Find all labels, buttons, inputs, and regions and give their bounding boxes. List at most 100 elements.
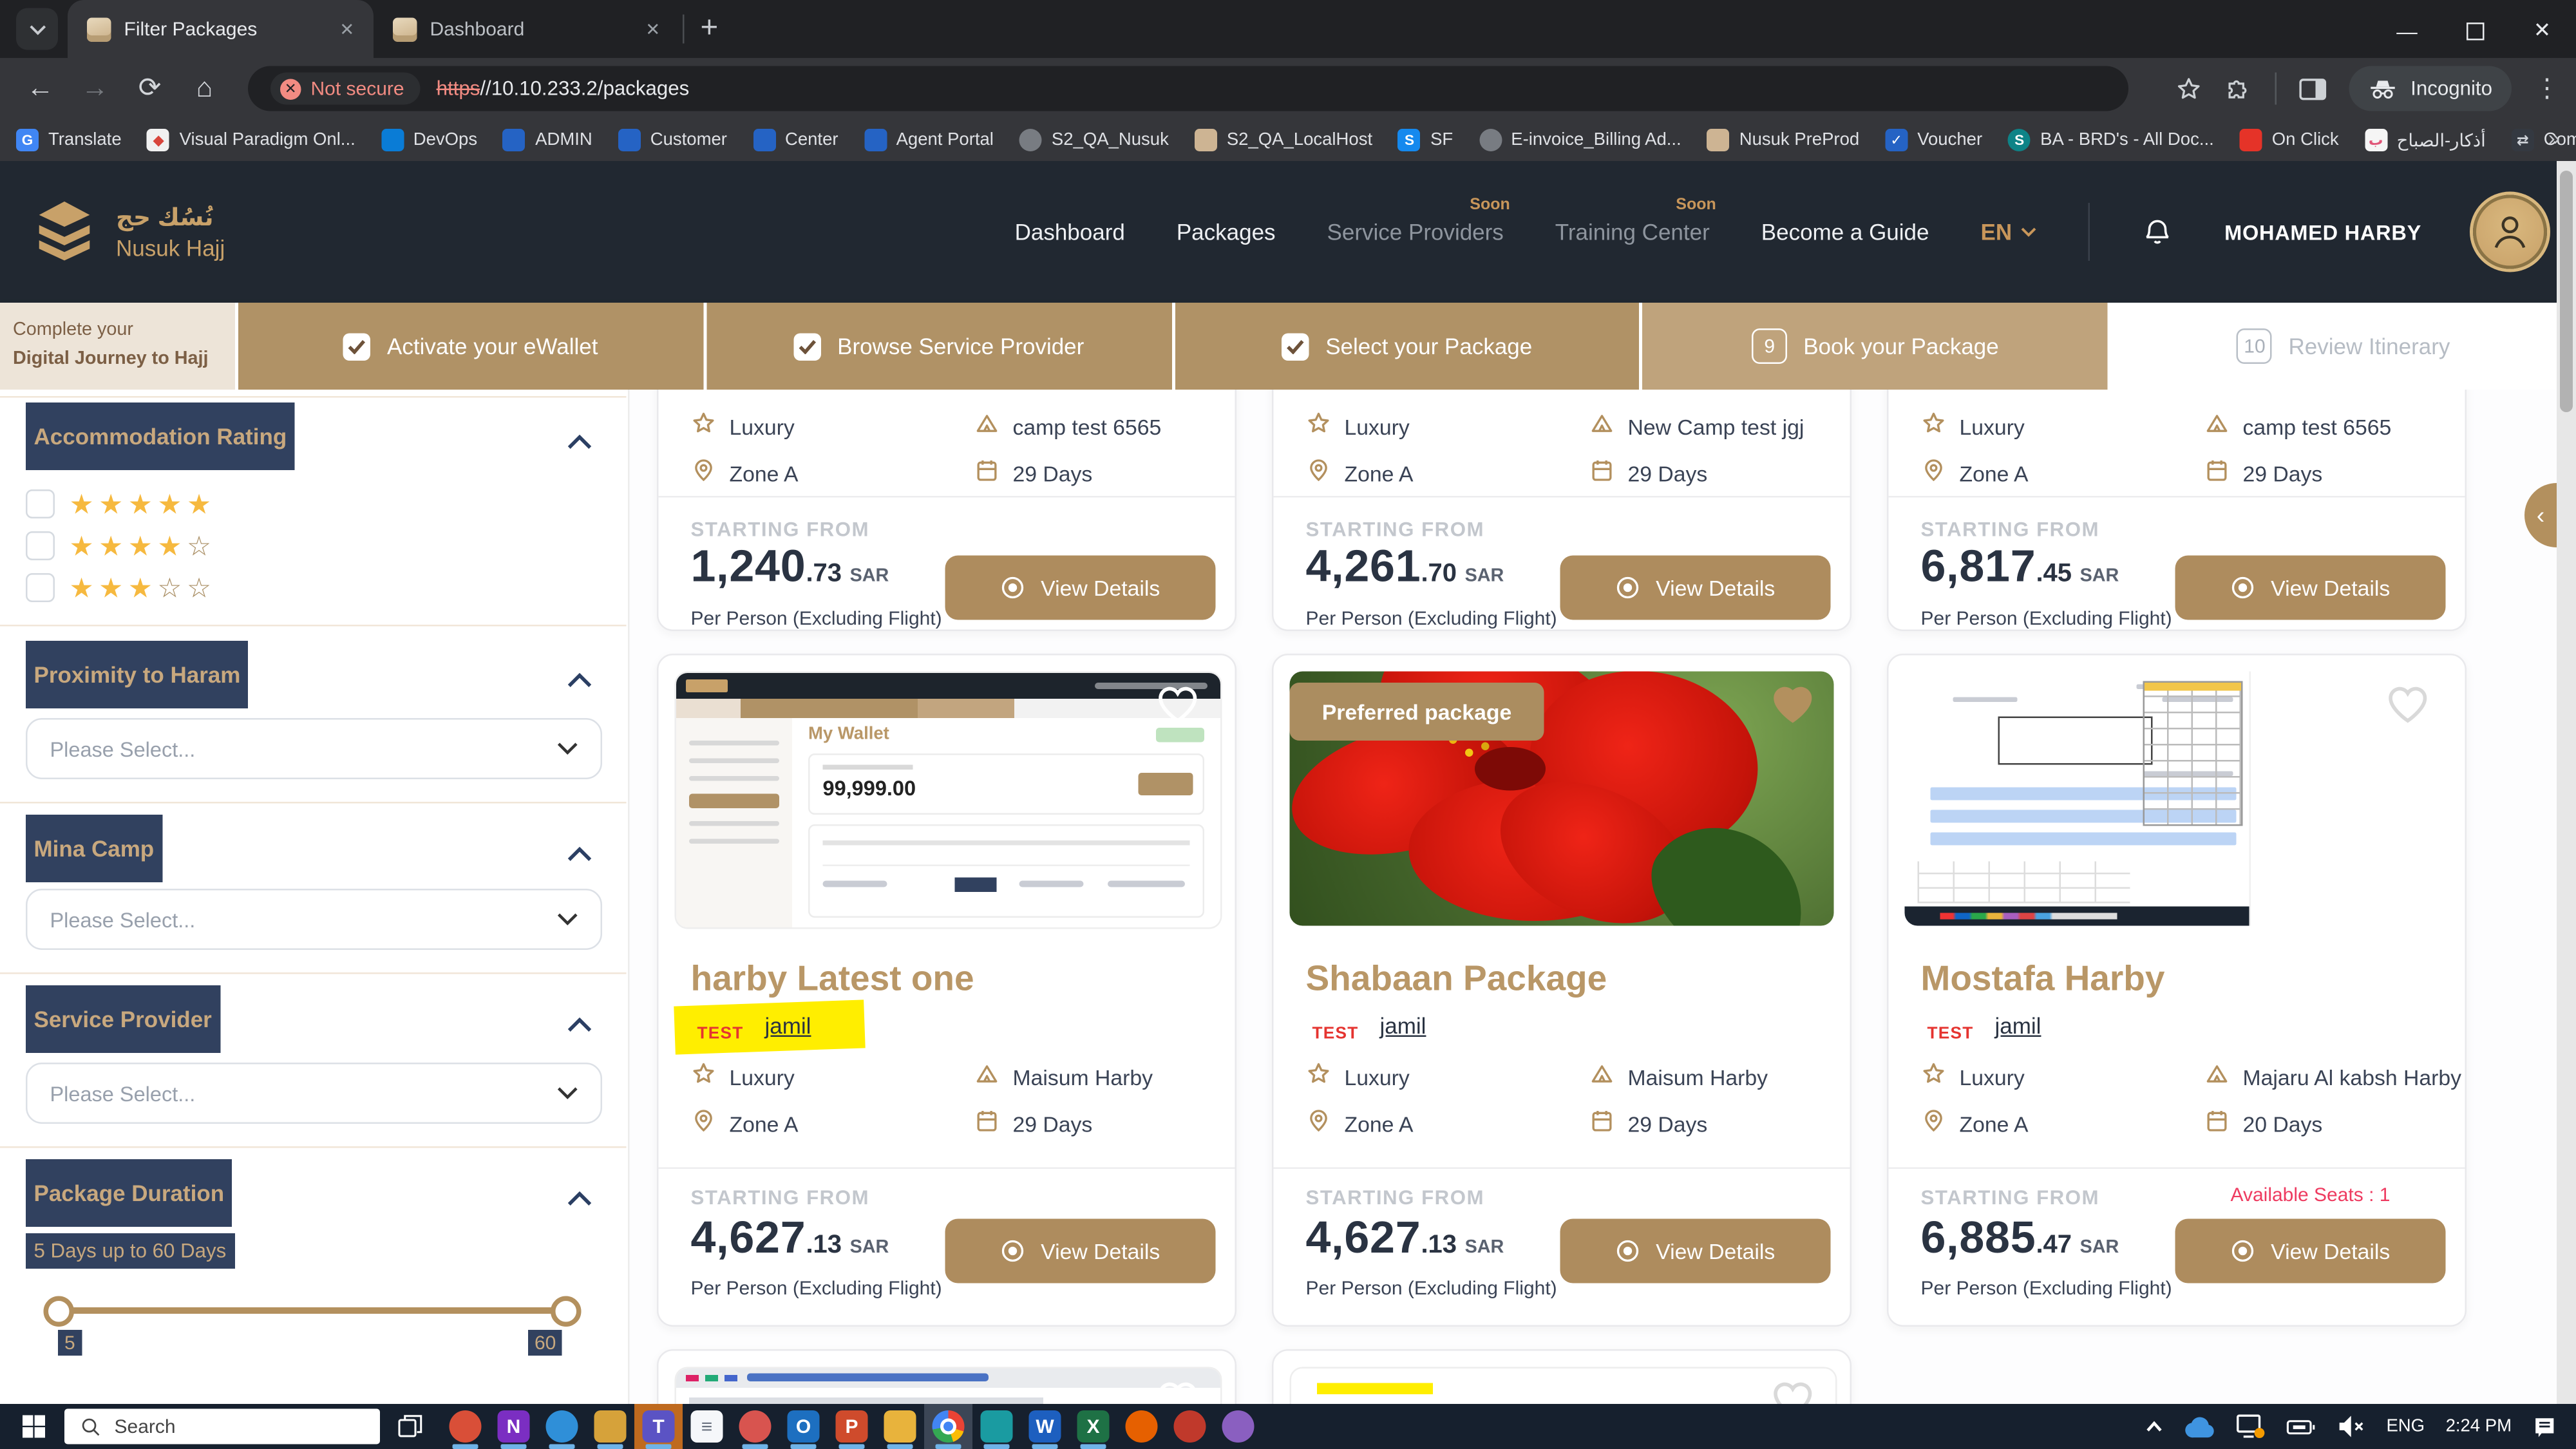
collapse-chevron-icon[interactable] bbox=[567, 1011, 592, 1040]
reload-button[interactable]: ⟳ bbox=[126, 64, 174, 113]
bookmark-14[interactable]: On Click bbox=[2240, 129, 2339, 151]
forward-button[interactable]: → bbox=[71, 64, 119, 113]
package-card-partial-bottom[interactable] bbox=[1272, 1349, 1852, 1404]
language-selector[interactable]: EN bbox=[1981, 219, 2036, 245]
window-close-button[interactable]: ✕ bbox=[2508, 3, 2576, 58]
collapse-chevron-icon[interactable] bbox=[567, 428, 592, 457]
start-button[interactable] bbox=[13, 1416, 55, 1438]
bookmarks-overflow-icon[interactable]: » bbox=[2548, 126, 2560, 150]
bookmark-11[interactable]: Nusuk PreProd bbox=[1707, 129, 1859, 151]
duration-range-slider[interactable] bbox=[0, 1294, 628, 1327]
taskbar-app-teams[interactable]: T bbox=[634, 1404, 683, 1449]
provider-link[interactable]: jamil bbox=[1380, 1013, 1426, 1039]
bookmark-4[interactable]: Customer bbox=[618, 129, 727, 151]
taskbar-app-notepad[interactable]: ≡ bbox=[683, 1404, 731, 1449]
proximity-select[interactable]: Please Select... bbox=[26, 718, 602, 779]
taskbar-app-colorful-app[interactable] bbox=[586, 1404, 634, 1449]
rating-option-5-stars[interactable]: ★★★★★ bbox=[26, 486, 211, 522]
scrollbar-thumb[interactable] bbox=[2560, 171, 2573, 412]
view-details-button[interactable]: View Details bbox=[1560, 1219, 1831, 1283]
bookmark-10[interactable]: E-invoice_Billing Ad... bbox=[1479, 129, 1681, 151]
new-tab-button[interactable]: + bbox=[701, 12, 719, 47]
rating-checkbox[interactable] bbox=[26, 531, 55, 560]
favorite-heart-icon[interactable] bbox=[1156, 685, 1200, 733]
favorite-heart-icon[interactable] bbox=[1156, 1380, 1200, 1405]
extensions-icon[interactable] bbox=[2226, 75, 2253, 102]
bookmark-1[interactable]: ◆Visual Paradigm Onl... bbox=[147, 129, 355, 151]
home-button[interactable]: ⌂ bbox=[180, 64, 229, 113]
taskbar-app-browser-app[interactable] bbox=[538, 1404, 586, 1449]
view-details-button[interactable]: View Details bbox=[2175, 1219, 2446, 1283]
nav-packages[interactable]: Packages bbox=[1177, 219, 1276, 245]
battery-icon[interactable] bbox=[2286, 1417, 2317, 1435]
bookmark-2[interactable]: DevOps bbox=[381, 129, 477, 151]
taskbar-app-red-app[interactable] bbox=[1166, 1404, 1214, 1449]
rating-option-3-stars[interactable]: ★★★☆☆ bbox=[26, 570, 211, 605]
security-badge[interactable]: ✕ Not secure bbox=[270, 73, 421, 105]
taskbar-app-word[interactable]: W bbox=[1021, 1404, 1069, 1449]
bookmark-16[interactable]: ⇄Compare text onlin... bbox=[2512, 129, 2576, 151]
clock[interactable]: 2:24 PM bbox=[2446, 1417, 2512, 1436]
bookmark-6[interactable]: Agent Portal bbox=[864, 129, 994, 151]
nav-dashboard[interactable]: Dashboard bbox=[1015, 219, 1125, 245]
slider-handle-min[interactable] bbox=[44, 1296, 75, 1327]
keyboard-language[interactable]: ENG bbox=[2386, 1417, 2425, 1436]
window-minimize-button[interactable]: — bbox=[2373, 3, 2441, 58]
provider-link[interactable]: jamil bbox=[1995, 1013, 2041, 1039]
bookmark-star-icon[interactable] bbox=[2175, 75, 2203, 102]
volume-muted-icon[interactable] bbox=[2338, 1416, 2365, 1438]
collapse-chevron-icon[interactable] bbox=[567, 667, 592, 696]
collapse-panel-tab[interactable]: ‹ bbox=[2524, 483, 2557, 547]
package-card-shabaan-package[interactable]: Preferred package Shabaan PackageTESTjam… bbox=[1272, 654, 1852, 1327]
slider-handle-max[interactable] bbox=[551, 1296, 582, 1327]
package-card-partial[interactable]: LuxuryNew Camp test jgjZone A29 DaysSTAR… bbox=[1272, 390, 1852, 631]
provider-link[interactable]: jamil bbox=[765, 1013, 811, 1039]
back-button[interactable]: ← bbox=[16, 64, 64, 113]
action-center-icon[interactable] bbox=[2533, 1414, 2557, 1439]
package-card-partial-bottom[interactable] bbox=[657, 1349, 1236, 1404]
rating-checkbox[interactable] bbox=[26, 573, 55, 602]
package-card-partial[interactable]: Luxurycamp test 6565Zone A29 DaysSTARTIN… bbox=[657, 390, 1236, 631]
taskbar-app-palette-app[interactable] bbox=[1214, 1404, 1262, 1449]
tab-filter-packages[interactable]: Filter Packages ✕ bbox=[68, 0, 374, 58]
service-provider-select[interactable]: Please Select... bbox=[26, 1063, 602, 1124]
onedrive-icon[interactable] bbox=[2185, 1416, 2216, 1437]
tab-close-icon[interactable]: ✕ bbox=[639, 15, 667, 43]
address-bar[interactable]: ✕ Not secure https//10.10.233.2/packages bbox=[248, 66, 2128, 111]
package-card-partial[interactable]: Luxurycamp test 6565Zone A29 DaysSTARTIN… bbox=[1887, 390, 2467, 631]
taskbar-app-media-app[interactable] bbox=[441, 1404, 489, 1449]
view-details-button[interactable]: View Details bbox=[1560, 556, 1831, 620]
view-details-button[interactable]: View Details bbox=[945, 1219, 1216, 1283]
bookmark-3[interactable]: ADMIN bbox=[503, 129, 592, 151]
bookmark-15[interactable]: بأذكار-الصباح bbox=[2365, 129, 2486, 151]
collapse-chevron-icon[interactable] bbox=[567, 1185, 592, 1214]
taskbar-app-excel[interactable]: X bbox=[1069, 1404, 1117, 1449]
taskbar-app-firefox[interactable] bbox=[1117, 1404, 1166, 1449]
user-avatar[interactable] bbox=[2473, 195, 2547, 269]
step-activate-ewallet[interactable]: Activate your eWallet bbox=[235, 303, 703, 390]
mina-camp-select[interactable]: Please Select... bbox=[26, 889, 602, 950]
package-card-mostafa-harby[interactable]: Mostafa HarbyTESTjamilLuxuryMajaru Al ka… bbox=[1887, 654, 2467, 1327]
step-book-your-package[interactable]: 9 Book your Package bbox=[1640, 303, 2108, 390]
taskbar-app-paint-app[interactable] bbox=[731, 1404, 779, 1449]
nav-become-a-guide[interactable]: Become a Guide bbox=[1761, 219, 1929, 245]
tab-search-button[interactable] bbox=[16, 8, 58, 50]
hidden-icons-chevron[interactable] bbox=[2145, 1420, 2164, 1433]
favorite-heart-icon[interactable] bbox=[1771, 1380, 1815, 1405]
favorite-heart-icon[interactable] bbox=[1771, 685, 1815, 733]
bookmark-7[interactable]: S2_QA_Nusuk bbox=[1019, 129, 1169, 151]
display-share-icon[interactable] bbox=[2237, 1414, 2266, 1439]
step-browse-service-provider[interactable]: Browse Service Provider bbox=[703, 303, 1171, 390]
package-card-harby-latest-one[interactable]: My Wallet 99,999.00 harby Latest oneTEST… bbox=[657, 654, 1236, 1327]
taskbar-app-onenote[interactable]: N bbox=[489, 1404, 538, 1449]
taskbar-app-chrome[interactable] bbox=[924, 1404, 972, 1449]
view-details-button[interactable]: View Details bbox=[945, 556, 1216, 620]
nusuk-logo[interactable]: نُسُك حج Nusuk Hajj bbox=[29, 196, 225, 267]
taskbar-app-outlook[interactable]: O bbox=[779, 1404, 828, 1449]
taskbar-app-powerpoint[interactable]: P bbox=[828, 1404, 876, 1449]
step-select-your-package[interactable]: Select your Package bbox=[1171, 303, 1640, 390]
page-scrollbar[interactable] bbox=[2557, 161, 2576, 1404]
rating-option-4-stars[interactable]: ★★★★☆ bbox=[26, 528, 211, 564]
bookmark-5[interactable]: Center bbox=[753, 129, 838, 151]
rating-checkbox[interactable] bbox=[26, 489, 55, 518]
